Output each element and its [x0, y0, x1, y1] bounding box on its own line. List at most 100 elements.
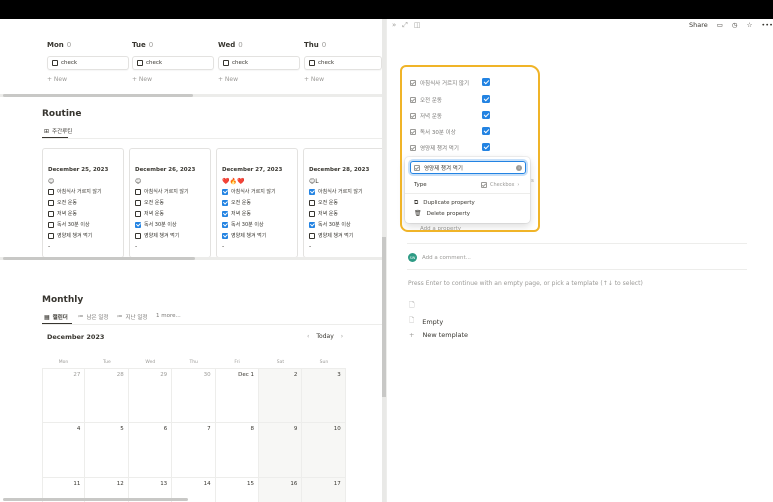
calendar-icon: ▦	[44, 313, 50, 321]
checkbox-icon[interactable]	[135, 221, 141, 228]
empty-template-option[interactable]: 🗋 Empty	[409, 316, 443, 327]
list-icon: ≔	[117, 314, 123, 320]
tab-calendar[interactable]: ▦ 캘린더	[44, 313, 68, 322]
calendar-day-cell[interactable]: 5	[85, 423, 129, 478]
peek-topbar-actions: Share ▭ ◷ ☆ •••	[689, 21, 773, 29]
calendar-day-cell[interactable]: 17	[302, 478, 346, 502]
routine-card[interactable]: December 26, 2023 😊 아침식사 거르지 않기 오전 운동 저녁 운동 독…	[129, 148, 211, 258]
calendar-day-cell[interactable]: 15	[216, 478, 259, 502]
today-button[interactable]: Today	[316, 333, 333, 340]
calendar-day-cell[interactable]: 2	[259, 368, 303, 423]
board-card[interactable]: check	[218, 56, 300, 70]
calendar-day-cell[interactable]: 7	[172, 423, 216, 478]
checkbox-icon	[309, 60, 315, 66]
day-label: Thu	[304, 41, 319, 49]
more-icon[interactable]: •••	[761, 21, 773, 29]
item-label: 독서 30분 이상	[318, 222, 351, 228]
checkbox-icon[interactable]	[48, 232, 54, 239]
calendar-day-cell[interactable]: 27	[42, 368, 86, 423]
checkbox-icon[interactable]	[135, 210, 141, 217]
routine-card[interactable]: December 25, 2023 😊 아침식사 거르지 않기 오전 운동 저녁 운동 독…	[42, 148, 124, 258]
day-column-mon: Mon 0 check + New	[47, 41, 129, 83]
page-icon[interactable]: 🗋	[409, 301, 415, 312]
calendar-day-cell[interactable]: 9	[259, 423, 303, 478]
view-mode-icon[interactable]: ◫	[414, 21, 421, 30]
card-title: check	[232, 60, 249, 66]
checkbox-icon[interactable]	[309, 188, 315, 195]
card-dash: -	[309, 243, 312, 250]
calendar-day-cell[interactable]: 3	[302, 368, 346, 423]
card-emoji: 😊L	[309, 178, 319, 185]
calendar-day-cell[interactable]: 8	[215, 423, 259, 478]
checkbox-icon[interactable]	[135, 199, 141, 206]
new-card-button[interactable]: + New	[132, 76, 214, 83]
routine-card[interactable]: December 27, 2023 ❤️🔥❤️ 아침식사 거르지 않기 오전 운동 저녁…	[216, 148, 298, 258]
window-top-bar	[0, 0, 773, 19]
calendar-day-cell[interactable]: 4	[42, 423, 86, 478]
day-column-tue: Tue 0 check + New	[132, 41, 214, 83]
calendar-day-cell[interactable]: 28	[85, 368, 129, 423]
calendar-day-cell[interactable]: 29	[128, 368, 173, 423]
avatar: SW	[408, 253, 417, 262]
checkbox-icon[interactable]	[48, 188, 54, 195]
board-card[interactable]: check	[132, 56, 214, 70]
item-label: 오전 운동	[231, 200, 251, 206]
checkbox-icon[interactable]	[222, 199, 228, 206]
comment-icon[interactable]: ▭	[717, 21, 723, 29]
horizontal-scrollbar[interactable]	[3, 94, 193, 97]
new-card-button[interactable]: + New	[47, 76, 129, 83]
monthly-title: Monthly	[42, 295, 84, 305]
item-label: 독서 30분 이상	[231, 222, 264, 228]
new-card-button[interactable]: + New	[304, 76, 382, 83]
calendar-day-cell[interactable]: 6	[128, 423, 173, 478]
horizontal-scrollbar[interactable]	[3, 257, 195, 260]
checkbox-icon[interactable]	[222, 188, 228, 195]
card-title: check	[61, 60, 78, 66]
card-date: December 26, 2023	[135, 167, 196, 173]
checkbox-icon[interactable]	[222, 232, 228, 239]
checkbox-icon[interactable]	[309, 232, 315, 239]
new-card-button[interactable]: + New	[218, 76, 300, 83]
chevron-right-icon[interactable]: ›	[341, 333, 343, 340]
chevron-left-icon[interactable]: ‹	[307, 333, 309, 340]
checkbox-icon	[52, 60, 58, 66]
board-card[interactable]: check	[47, 56, 129, 70]
routine-card[interactable]: December 28, 2023 😊L 아침식사 거르지 않기 오전 운동 저녁 운동…	[303, 148, 385, 258]
tab-past[interactable]: ≔ 지난 일정	[117, 313, 148, 321]
comment-row[interactable]: SW Add a comment...	[408, 253, 471, 262]
routine-item: 아침식사 거르지 않기	[135, 188, 205, 195]
tab-label: 주간루틴	[52, 129, 73, 135]
tab-upcoming[interactable]: ≔ 남은 일정	[78, 313, 109, 321]
new-template-option[interactable]: + New template	[409, 331, 468, 339]
board-card[interactable]: check	[304, 56, 382, 70]
star-icon[interactable]: ☆	[747, 21, 753, 29]
checkbox-icon[interactable]	[309, 221, 315, 228]
checkbox-icon[interactable]	[222, 210, 228, 217]
tab-more[interactable]: 1 more...	[156, 313, 181, 319]
calendar-day-cell[interactable]: Dec 1	[215, 368, 259, 423]
calendar-day-cell[interactable]: 30	[172, 368, 216, 423]
divider	[407, 269, 747, 270]
checkbox-icon[interactable]	[309, 199, 315, 206]
card-title: check	[146, 60, 163, 66]
checkbox-icon[interactable]	[222, 221, 228, 228]
item-label: 오전 운동	[57, 200, 77, 206]
checkbox-icon[interactable]	[135, 232, 141, 239]
checkbox-icon[interactable]	[135, 188, 141, 195]
calendar-day-cell[interactable]: 16	[259, 478, 303, 502]
share-button[interactable]: Share	[689, 21, 708, 29]
checkbox-icon[interactable]	[48, 221, 54, 228]
checkbox-icon[interactable]	[309, 210, 315, 217]
tab-label: 지난 일정	[125, 315, 148, 321]
calendar-day-cell[interactable]: 10	[302, 423, 346, 478]
checkbox-icon[interactable]	[48, 210, 54, 217]
option-label: Empty	[422, 317, 444, 326]
clock-icon[interactable]: ◷	[732, 21, 738, 29]
item-label: 영양제 챙겨 먹기	[57, 233, 93, 239]
list-icon: ≔	[78, 314, 84, 320]
expand-icon[interactable]: ⤢	[402, 21, 408, 30]
tab-weekly-routine[interactable]: ⊞ 주간루틴	[44, 127, 73, 136]
horizontal-scrollbar[interactable]	[3, 498, 188, 501]
checkbox-icon[interactable]	[48, 199, 54, 206]
close-peek-icon[interactable]: »	[392, 21, 396, 30]
